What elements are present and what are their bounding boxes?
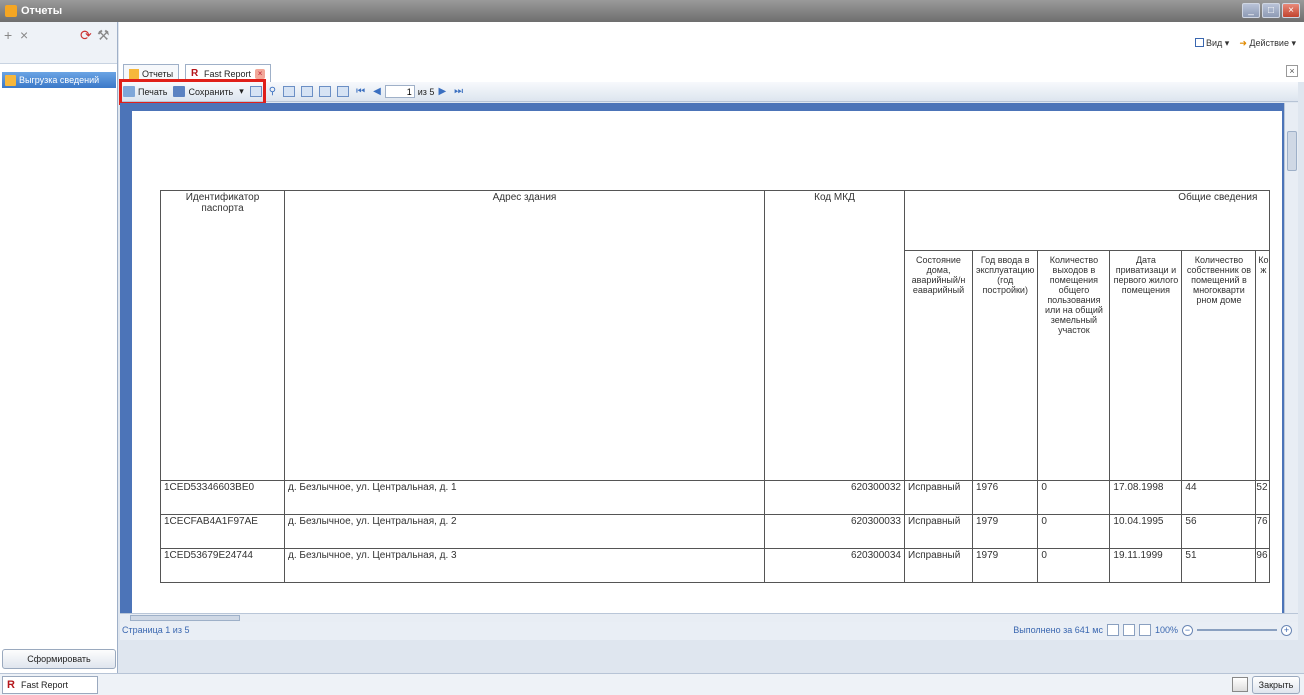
taskbar-fast-report[interactable]: R Fast Report — [2, 676, 98, 694]
scroll-thumb[interactable] — [1287, 131, 1297, 171]
minimize-icon[interactable]: _ — [1242, 3, 1260, 18]
window-title: Отчеты — [21, 5, 63, 17]
tab-close-icon[interactable]: × — [255, 68, 266, 79]
maximize-icon[interactable]: □ — [1262, 3, 1280, 18]
last-page-icon[interactable]: ⏭ — [454, 86, 463, 97]
table-row: 1CED53346603BE0 д. Безлычное, ул. Центра… — [160, 480, 1271, 515]
prev-page-icon[interactable]: ◀ — [373, 86, 381, 97]
zoom-level: 100% — [1154, 625, 1178, 635]
find-icon[interactable]: ⚲ — [269, 86, 276, 97]
subheader-year: Год ввода в эксплуатацию (год постройки) — [971, 250, 1039, 481]
sidebar-item-export[interactable]: Выгрузка сведений — [2, 72, 116, 88]
header-address: Адрес здания — [284, 190, 765, 481]
folder-icon — [5, 74, 16, 86]
table-row: 1CECFAB4A1F97AE д. Безлычное, ул. Центра… — [160, 514, 1271, 549]
watermark-icon[interactable] — [337, 86, 350, 97]
add-icon[interactable]: + — [4, 27, 12, 43]
report-table: Идентификатор паспорта Адрес здания Код … — [160, 190, 1271, 583]
fast-report-icon: R — [191, 67, 199, 79]
elapsed-time: Выполнено за 641 мс — [1013, 625, 1103, 635]
report-page: Идентификатор паспорта Адрес здания Код … — [132, 111, 1282, 613]
folder-icon — [129, 68, 139, 79]
title-bar: Отчеты _ □ × — [0, 0, 1304, 22]
header-general: Общие сведения — [903, 190, 1271, 251]
remove-icon[interactable]: × — [20, 27, 28, 43]
outline-icon[interactable] — [283, 86, 296, 97]
first-page-icon[interactable]: ⏮ — [356, 86, 365, 97]
action-icon: ➜ — [1239, 38, 1247, 48]
report-preview: Идентификатор паспорта Адрес здания Код … — [120, 103, 1298, 613]
subheader-extra: Ко ж — [1255, 250, 1271, 481]
subheader-privatization: Дата приватизаци и первого жилого помеще… — [1109, 250, 1183, 481]
zoom-out-icon[interactable]: − — [1182, 624, 1193, 636]
sidebar-item-label: Выгрузка сведений — [19, 75, 100, 85]
view-icon — [1195, 38, 1204, 47]
table-row: 1CED53679E24744 д. Безлычное, ул. Центра… — [160, 548, 1271, 583]
horizontal-scrollbar[interactable] — [120, 613, 1298, 622]
page-setup-icon[interactable] — [301, 86, 314, 97]
subheader-owners: Количество собственник ов помещений в мн… — [1181, 250, 1257, 481]
highlight-box — [119, 79, 266, 105]
generate-button[interactable]: Сформировать — [2, 649, 116, 669]
page-count-label: из 5 — [417, 86, 435, 97]
page-width-icon[interactable] — [1122, 624, 1135, 636]
bottom-bar: R Fast Report Закрыть — [0, 673, 1304, 695]
close-icon[interactable]: × — [1282, 3, 1300, 18]
view-menu[interactable]: Вид ▾ — [1195, 38, 1229, 49]
left-toolbar: + × ⟳ ⚒ — [0, 22, 117, 64]
zoom-in-icon[interactable]: + — [1281, 624, 1292, 636]
multi-page-icon[interactable] — [1138, 624, 1151, 636]
close-button[interactable]: Закрыть — [1252, 676, 1300, 694]
vertical-scrollbar[interactable] — [1284, 103, 1298, 613]
single-page-icon[interactable] — [1106, 624, 1119, 636]
app-icon — [5, 5, 17, 17]
fast-report-icon: R — [7, 679, 15, 691]
page-number-input[interactable] — [384, 85, 415, 98]
window-controls: _ □ × — [1242, 3, 1300, 18]
zoom-slider[interactable] — [1197, 629, 1277, 631]
refresh-icon[interactable]: ⟳ — [80, 27, 92, 44]
save-icon[interactable] — [1232, 677, 1248, 692]
page-status: Страница 1 из 5 — [122, 625, 190, 635]
scroll-thumb[interactable] — [130, 615, 240, 621]
top-toolbar: Вид ▾ ➜ Действие ▾ — [119, 22, 1304, 62]
header-passport-id: Идентификатор паспорта — [160, 190, 285, 481]
header-code: Код МКД — [764, 190, 905, 481]
action-menu[interactable]: ➜ Действие ▾ — [1239, 38, 1296, 49]
left-panel: + × ⟳ ⚒ Выгрузка сведений Сформировать — [0, 22, 118, 673]
edit-icon[interactable] — [319, 86, 332, 97]
settings-icon[interactable]: ⚒ — [97, 27, 110, 44]
tab-strip: Отчеты R Fast Report × × — [119, 62, 1304, 82]
close-panel-icon[interactable]: × — [1286, 65, 1298, 77]
next-page-icon[interactable]: ▶ — [438, 86, 446, 97]
report-toolbar: Печать Сохранить ▾ ⚲ ⏮ ◀ из 5 ▶ ⏭ — [120, 82, 1298, 102]
subheader-state: Состояние дома, аварийный/н еаварийный — [904, 250, 973, 481]
status-bar: Страница 1 из 5 Выполнено за 641 мс 100%… — [120, 622, 1298, 640]
subheader-exits: Количество выходов в помещения общего по… — [1037, 250, 1111, 481]
